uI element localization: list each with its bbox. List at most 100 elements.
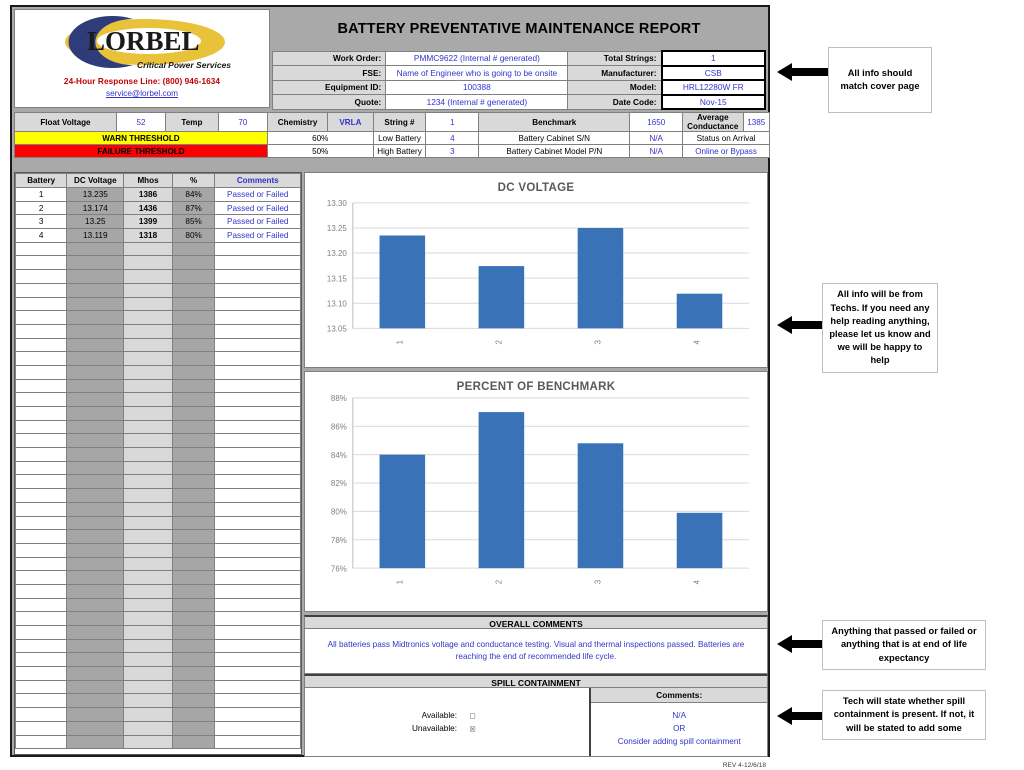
cell-empty (14, 323, 68, 339)
report-header-band: LORBEL Critical Power Services 24-Hour R… (12, 7, 768, 110)
checkbox-checked-icon[interactable]: ☒ (468, 725, 476, 731)
cell-empty (14, 570, 68, 585)
report-title-and-info: BATTERY PREVENTATIVE MAINTENANCE REPORT … (271, 9, 767, 110)
spill-checkboxes: Available: ☐ Unavailable: ☒ (305, 688, 592, 756)
cell-empty (123, 447, 173, 462)
benchmark-label: Benchmark (478, 112, 631, 132)
cell-empty (66, 611, 125, 626)
y-axis-tick-label: 88% (331, 394, 347, 403)
average-conductance-value: 1385 (742, 112, 771, 132)
cell-empty (66, 406, 125, 421)
table-row-empty (14, 351, 301, 366)
cell-empty (66, 515, 125, 531)
bar (676, 293, 723, 329)
cell-empty (214, 666, 301, 681)
cell-empty (171, 419, 216, 435)
table-row-empty (14, 529, 301, 544)
cell-pct: 84% (171, 187, 216, 202)
cell-empty (171, 447, 216, 462)
table-row-empty (14, 296, 301, 312)
cell-empty (66, 542, 125, 558)
cell-empty (171, 638, 216, 654)
cell-empty (171, 679, 216, 695)
cell-empty (123, 556, 173, 572)
cell-empty (14, 392, 68, 407)
table-row-empty (14, 501, 301, 517)
cell-empty (171, 488, 216, 503)
x-axis-tick-label: 1 (395, 339, 404, 344)
company-tagline: Critical Power Services (137, 60, 231, 70)
y-axis-tick-label: 78% (331, 536, 347, 545)
table-row-empty (14, 556, 301, 572)
cell-empty (171, 556, 216, 572)
cell-empty (66, 734, 125, 750)
cell-empty (123, 323, 173, 339)
y-axis-tick-label: 86% (331, 422, 347, 431)
table-row-empty (14, 282, 301, 298)
table-row-empty (14, 570, 301, 585)
cell-comments: Passed or Failed (214, 187, 301, 202)
cell-empty (214, 460, 301, 476)
cell-empty (214, 570, 301, 585)
cell-empty (66, 501, 125, 517)
cell-empty (214, 419, 301, 435)
column-header-dc-voltage: DC Voltage (66, 173, 125, 188)
cell-empty (14, 556, 68, 572)
bar (379, 235, 426, 329)
cell-empty (66, 597, 125, 613)
cell-pct: 85% (171, 214, 216, 230)
cell-empty (123, 351, 173, 366)
cell-empty (214, 378, 301, 394)
bar (577, 443, 624, 569)
x-axis-tick-label: 4 (693, 339, 702, 344)
cell-empty (214, 488, 301, 503)
cell-empty (171, 611, 216, 626)
cell-empty (14, 597, 68, 613)
spill-unavailable-row: Unavailable: ☒ (393, 724, 589, 733)
cell-empty (66, 625, 125, 640)
table-row-empty (14, 310, 301, 325)
cell-empty (171, 693, 216, 709)
cell-empty (66, 666, 125, 681)
table-row-empty (14, 488, 301, 503)
cell-dc_voltage: 13.119 (66, 228, 125, 243)
cell-mhos: 1318 (123, 228, 173, 243)
temp-label: Temp (164, 112, 219, 132)
cell-empty (214, 597, 301, 613)
table-row: FAILURE THRESHOLD 50% High Battery 3 Bat… (14, 144, 770, 158)
cell-empty (66, 269, 125, 284)
checkbox-unchecked-icon[interactable]: ☐ (468, 712, 476, 718)
cell-empty (171, 666, 216, 681)
cell-empty (14, 474, 68, 490)
cell-empty (123, 488, 173, 503)
total-strings-label: Total Strings: (567, 50, 663, 66)
cell-dc_voltage: 13.235 (66, 187, 125, 202)
cell-empty (123, 597, 173, 613)
cell-empty (214, 693, 301, 709)
string-number-value: 1 (425, 112, 480, 132)
spill-available-row: Available: ☐ (393, 711, 589, 720)
table-row-empty (14, 419, 301, 435)
dc-voltage-plot: 13.05 13.10 13.15 13.20 13.25 13.30 1 2 3 4 (327, 199, 750, 344)
cell-empty (14, 625, 68, 640)
table-row-empty (14, 720, 301, 736)
lorbel-logo-icon: LORBEL Critical Power Services (65, 16, 231, 70)
cell-empty (66, 296, 125, 312)
table-row-empty (14, 638, 301, 654)
battery-data-table: Battery DC Voltage Mhos % Comments 1 13.2… (14, 173, 301, 750)
y-axis-tick-label: 13.20 (327, 249, 347, 258)
cell-empty (66, 652, 125, 668)
equipment-id-label: Equipment ID: (271, 79, 387, 95)
y-axis-tick-label: 13.05 (327, 325, 347, 334)
company-email-link[interactable]: service@lorbel.com (106, 89, 178, 98)
table-row: FSE: Name of Engineer who is going to be… (271, 64, 767, 81)
cell-empty (171, 529, 216, 544)
cell-empty (123, 583, 173, 599)
cell-empty (171, 460, 216, 476)
column-header-mhos: Mhos (123, 173, 173, 188)
cell-dc_voltage: 13.174 (66, 200, 125, 216)
table-row-empty (14, 515, 301, 531)
cell-empty (66, 570, 125, 585)
high-battery-value: 3 (425, 144, 480, 158)
cell-empty (214, 542, 301, 558)
